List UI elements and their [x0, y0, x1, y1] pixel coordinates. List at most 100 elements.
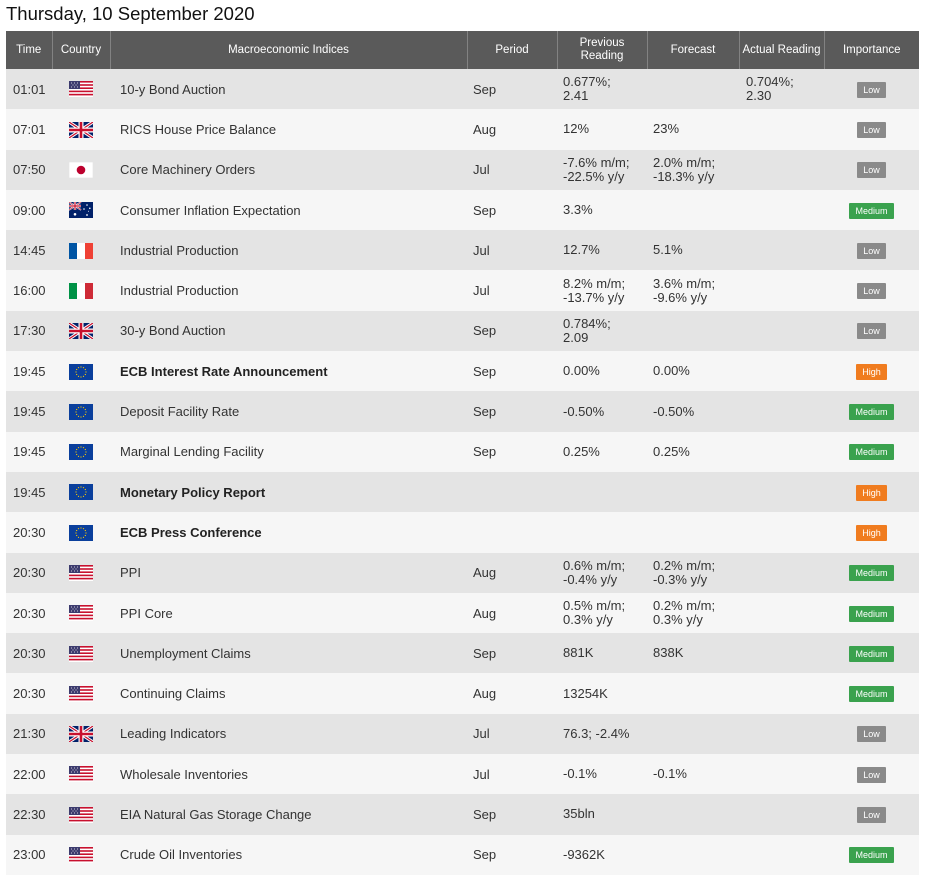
- table-row[interactable]: 01:01 10-y Bond Auction Sep 0.677%; 2.41 …: [6, 69, 919, 110]
- importance-badge: Medium: [849, 686, 894, 703]
- previous-line2: 2.41: [563, 88, 589, 104]
- previous-line1: 0.784%;: [563, 315, 611, 331]
- time-cell: 20:30: [6, 512, 52, 553]
- time-cell: 07:01: [6, 109, 52, 150]
- col-header-time[interactable]: Time: [6, 31, 52, 69]
- event-time: 22:30: [13, 806, 46, 822]
- table-row[interactable]: 19:45 Monetary Policy Report High: [6, 471, 919, 513]
- forecast-cell: [647, 471, 739, 513]
- actual-cell: [739, 149, 824, 190]
- eu-flag-icon: [69, 524, 93, 541]
- period-value: Aug: [473, 565, 497, 581]
- time-cell: 07:50: [6, 149, 52, 190]
- period-cell: Sep: [467, 633, 557, 674]
- importance-cell: Low: [824, 69, 919, 110]
- table-body: 01:01 10-y Bond Auction Sep 0.677%; 2.41 …: [6, 69, 919, 875]
- table-row[interactable]: 23:00 Crude Oil Inventories Sep -9362K M…: [6, 834, 919, 875]
- importance-cell: Low: [824, 270, 919, 311]
- indicator-name: Industrial Production: [120, 242, 239, 258]
- us-flag-icon: [69, 806, 93, 823]
- indicator-name: Marginal Lending Facility: [120, 444, 264, 460]
- indicator-cell: Consumer Inflation Expectation: [110, 189, 467, 231]
- importance-badge: Low: [857, 81, 886, 98]
- event-time: 23:00: [13, 847, 46, 863]
- col-header-importance[interactable]: Importance: [823, 31, 919, 69]
- table-row[interactable]: 07:01 RICS House Price Balance Aug 12% 2…: [6, 109, 919, 150]
- table-row[interactable]: 21:30 Leading Indicators Jul 76.3; -2.4%…: [6, 713, 919, 755]
- table-row[interactable]: 09:00 Consumer Inflation Expectation Sep…: [6, 189, 919, 231]
- period-cell: [467, 471, 557, 513]
- indicator-name: 30-y Bond Auction: [120, 323, 226, 339]
- previous-line1: 35bln: [563, 806, 595, 822]
- period-value: Sep: [473, 404, 497, 420]
- event-time: 17:30: [13, 323, 46, 339]
- period-cell: Aug: [467, 673, 557, 714]
- table-row[interactable]: 20:30 Continuing Claims Aug 13254K Mediu…: [6, 673, 919, 714]
- forecast-cell: 0.2% m/m; -0.3% y/y: [647, 552, 739, 593]
- table-row[interactable]: 20:30 Unemployment Claims Sep 881K 838K …: [6, 633, 919, 674]
- col-header-actual[interactable]: Actual Reading: [738, 31, 824, 69]
- indicator-name: Continuing Claims: [120, 686, 226, 702]
- forecast-line1: 2.0% m/m;: [653, 154, 716, 170]
- importance-cell: Low: [824, 310, 919, 352]
- actual-cell: [739, 512, 824, 553]
- us-flag-icon: [69, 645, 93, 662]
- table-row[interactable]: 16:00 Industrial Production Jul 8.2% m/m…: [6, 270, 919, 311]
- actual-cell: [739, 713, 824, 755]
- previous-cell: 35bln: [557, 794, 647, 835]
- indicator-name: 10-y Bond Auction: [120, 81, 226, 97]
- country-cell: [52, 552, 110, 593]
- country-cell: [52, 673, 110, 714]
- period-value: Sep: [473, 645, 497, 661]
- importance-cell: Low: [824, 794, 919, 835]
- table-row[interactable]: 07:50 Core Machinery Orders Jul -7.6% m/…: [6, 149, 919, 190]
- importance-cell: High: [824, 351, 919, 392]
- period-value: Aug: [473, 121, 497, 137]
- period-cell: Jul: [467, 149, 557, 190]
- actual-cell: [739, 673, 824, 714]
- time-cell: 22:00: [6, 754, 52, 795]
- table-row[interactable]: 17:30 30-y Bond Auction Sep 0.784%; 2.09 …: [6, 310, 919, 352]
- col-header-country[interactable]: Country: [51, 31, 110, 69]
- table-row[interactable]: 22:00 Wholesale Inventories Jul -0.1% -0…: [6, 754, 919, 795]
- previous-cell: 0.784%; 2.09: [557, 310, 647, 352]
- period-cell: Sep: [467, 351, 557, 392]
- previous-line1: 0.6% m/m;: [563, 557, 626, 573]
- importance-badge: High: [856, 484, 887, 501]
- period-cell: Sep: [467, 794, 557, 835]
- us-flag-icon: [69, 685, 93, 702]
- period-value: Jul: [473, 162, 490, 178]
- col-header-previous[interactable]: Previous Reading: [556, 31, 647, 69]
- eu-flag-icon: [69, 403, 93, 420]
- table-row[interactable]: 14:45 Industrial Production Jul 12.7% 5.…: [6, 230, 919, 271]
- time-cell: 01:01: [6, 69, 52, 110]
- forecast-cell: 0.2% m/m; 0.3% y/y: [647, 592, 739, 634]
- col-header-indices[interactable]: Macroeconomic Indices: [109, 31, 467, 69]
- table-row[interactable]: 19:45 ECB Interest Rate Announcement Sep…: [6, 351, 919, 392]
- forecast-cell: [647, 794, 739, 835]
- forecast-cell: [647, 512, 739, 553]
- table-row[interactable]: 19:45 Marginal Lending Facility Sep 0.25…: [6, 431, 919, 472]
- event-time: 09:00: [13, 202, 46, 218]
- col-header-forecast[interactable]: Forecast: [646, 31, 739, 69]
- previous-line1: 76.3; -2.4%: [563, 725, 630, 741]
- indicator-cell: Industrial Production: [110, 270, 467, 311]
- forecast-line2: -18.3% y/y: [653, 168, 715, 184]
- importance-badge: Medium: [849, 202, 894, 219]
- table-row[interactable]: 22:30 EIA Natural Gas Storage Change Sep…: [6, 794, 919, 835]
- us-flag-icon: [69, 81, 93, 98]
- indicator-name: Core Machinery Orders: [120, 162, 256, 178]
- previous-line1: -0.50%: [563, 403, 605, 419]
- period-cell: [467, 512, 557, 553]
- forecast-line2: -0.3% y/y: [653, 571, 708, 587]
- previous-line2: -22.5% y/y: [563, 168, 625, 184]
- period-cell: Sep: [467, 431, 557, 472]
- indicator-cell: ECB Press Conference: [110, 512, 467, 553]
- importance-cell: Medium: [824, 391, 919, 432]
- table-row[interactable]: 20:30 PPI Core Aug 0.5% m/m; 0.3% y/y 0.2…: [6, 592, 919, 634]
- table-row[interactable]: 20:30 ECB Press Conference High: [6, 512, 919, 553]
- table-row[interactable]: 20:30 PPI Aug 0.6% m/m; -0.4% y/y 0.2% m/…: [6, 552, 919, 593]
- col-header-period[interactable]: Period: [466, 31, 557, 69]
- table-row[interactable]: 19:45 Deposit Facility Rate Sep -0.50% -…: [6, 391, 919, 432]
- actual-cell: [739, 633, 824, 674]
